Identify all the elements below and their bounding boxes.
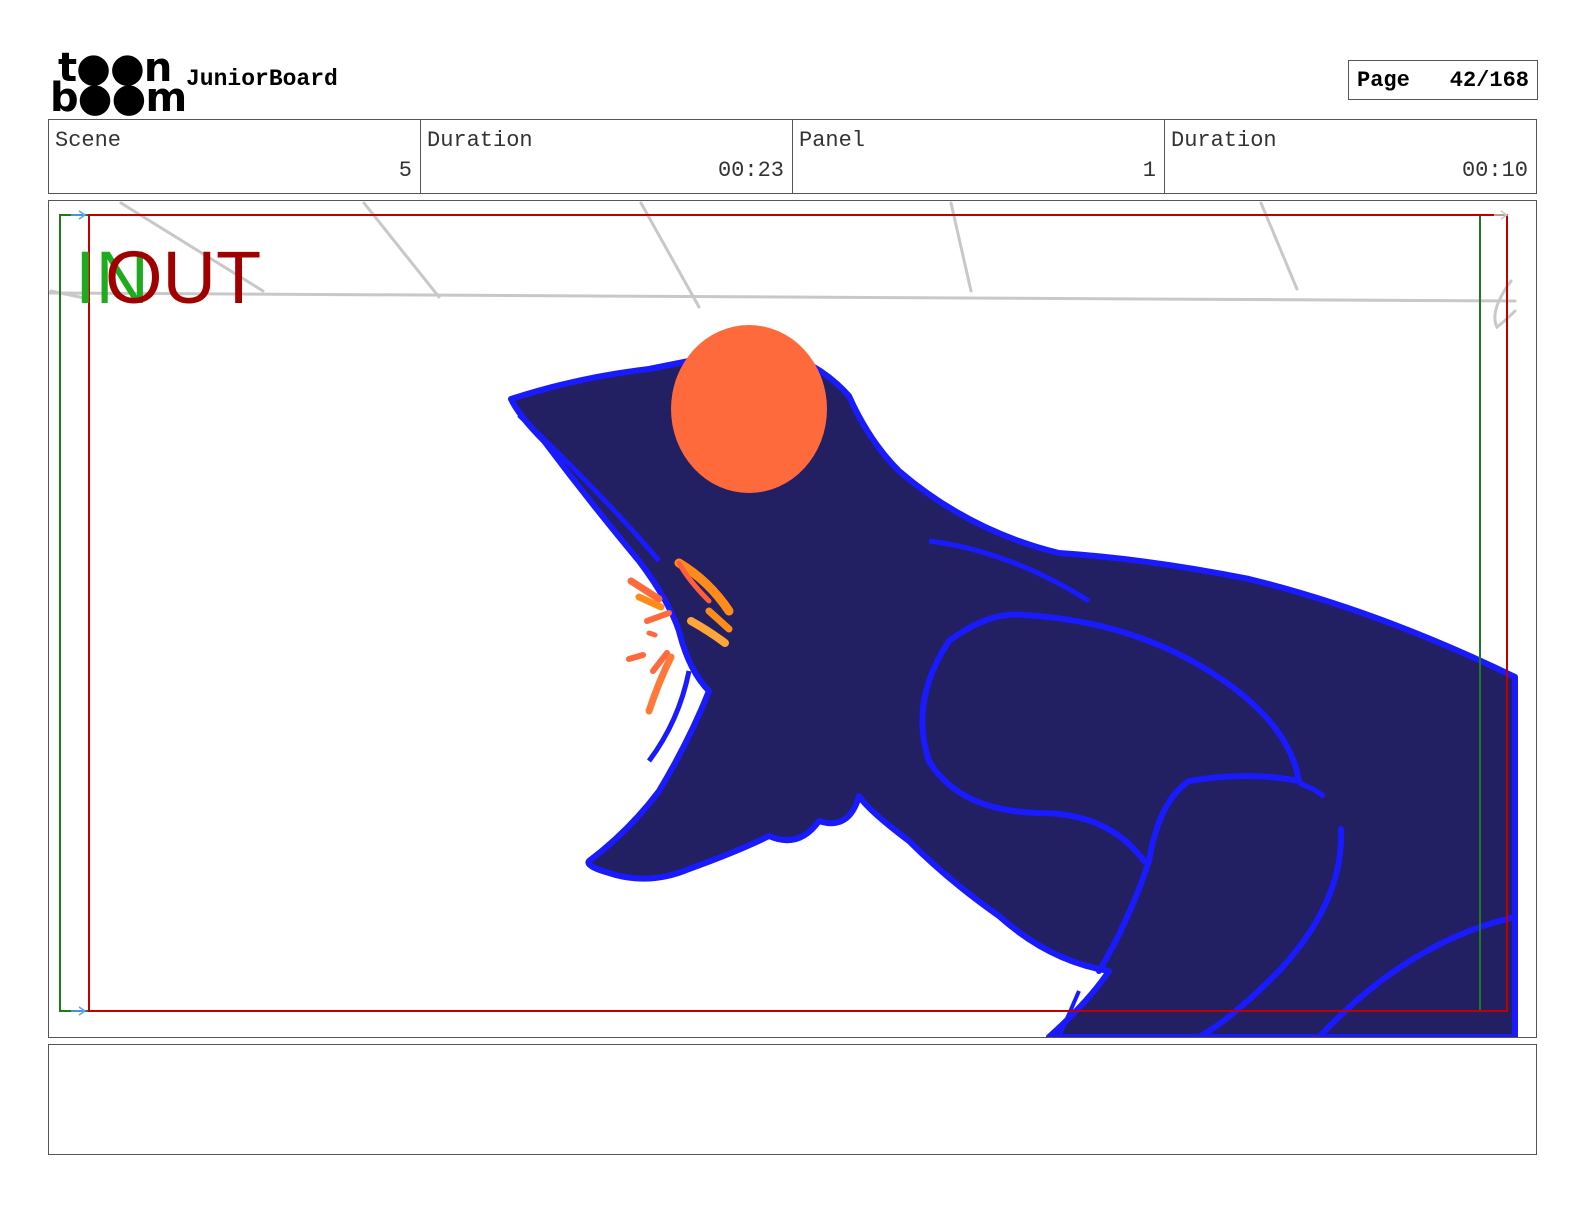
- background-sketch: [49, 201, 1517, 330]
- panel-artwork: IN OUT: [49, 201, 1518, 1037]
- panel-cell: Panel 1: [793, 120, 1165, 193]
- panel-value: 1: [1142, 158, 1156, 183]
- scene-cell: Scene 5: [49, 120, 421, 193]
- eye: [671, 325, 827, 493]
- panel-label: Panel: [799, 128, 866, 153]
- scene-info-table: Scene 5 Duration 00:23 Panel 1 Duration …: [48, 119, 1537, 194]
- toon-boom-logo: t●●n b●●m: [50, 48, 187, 118]
- panel-duration-cell: Duration 00:10: [1165, 120, 1536, 193]
- panel-notes[interactable]: [48, 1044, 1537, 1155]
- panel-duration-label: Duration: [1171, 128, 1277, 153]
- scene-duration-value: 00:23: [717, 158, 784, 183]
- panel-duration-value: 00:10: [1461, 158, 1528, 183]
- logo-line-2: b●●m: [50, 75, 187, 121]
- page-indicator: Page 42/168: [1348, 60, 1538, 100]
- app-title: JuniorBoard: [186, 66, 338, 92]
- page-label: Page: [1357, 67, 1410, 93]
- scene-value: 5: [398, 158, 412, 183]
- scene-label: Scene: [55, 128, 122, 153]
- creature-drawing: [508, 325, 1518, 1037]
- out-marker: OUT: [105, 236, 261, 319]
- page-number: 42/168: [1449, 67, 1529, 93]
- scene-duration-label: Duration: [427, 128, 533, 153]
- scene-duration-cell: Duration 00:23: [421, 120, 793, 193]
- storyboard-panel[interactable]: IN OUT: [48, 200, 1537, 1038]
